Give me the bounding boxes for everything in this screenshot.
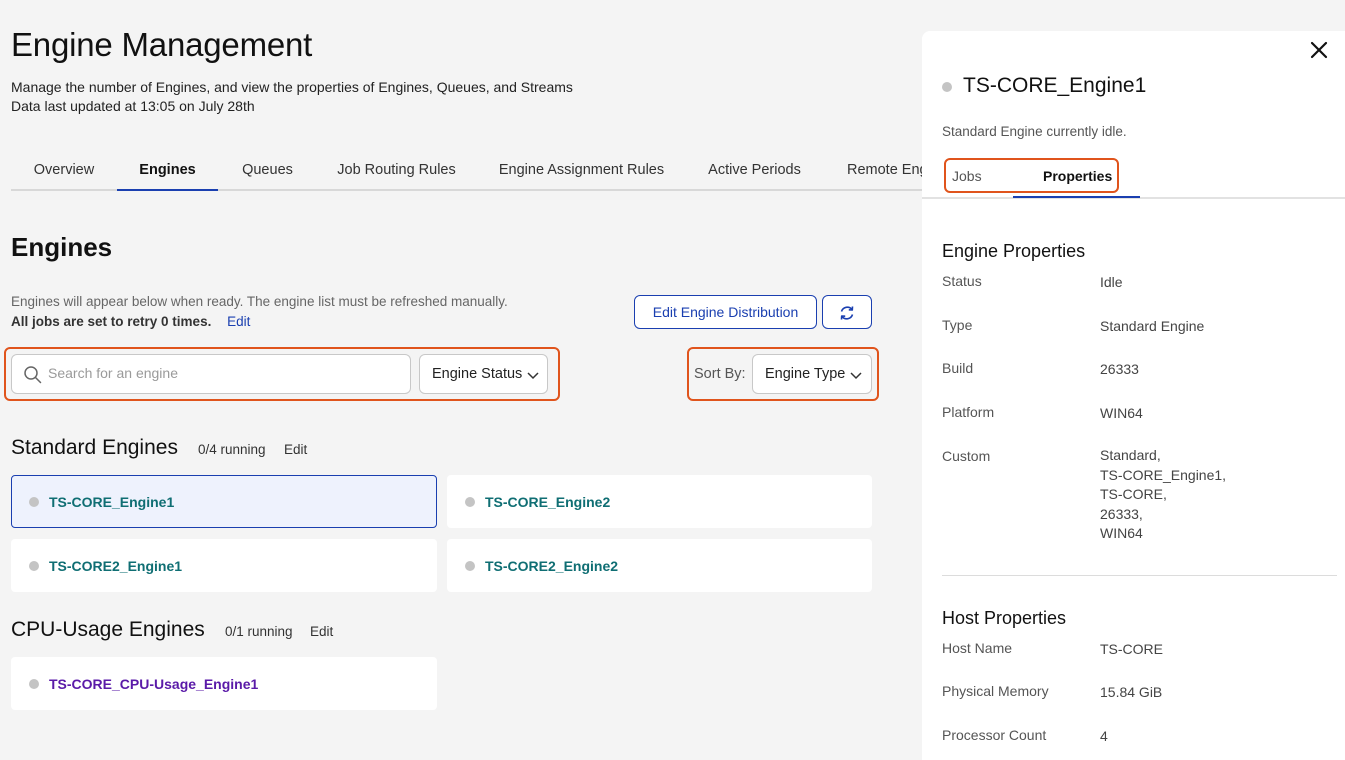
property-value: Idle	[1100, 274, 1123, 290]
main-content: Engine Management Manage the number of E…	[0, 0, 922, 760]
page-title: Engine Management	[11, 26, 313, 63]
cpu-engines-title: CPU-Usage Engines	[11, 618, 205, 641]
property-value: 4	[1100, 728, 1108, 744]
property-value: 26333	[1100, 361, 1139, 377]
chevron-down-icon	[527, 372, 539, 380]
custom-value-line: TS-CORE_Engine1,	[1100, 466, 1227, 483]
property-value: TS-CORE	[1100, 641, 1163, 657]
sort-value: Engine Type	[765, 366, 846, 382]
engine-name: TS-CORE_Engine2	[485, 494, 611, 510]
tab-queues[interactable]: Queues	[218, 152, 317, 191]
chevron-down-icon	[850, 372, 862, 380]
engine-card[interactable]: TS-CORE2_Engine1	[11, 539, 437, 592]
engine-name: TS-CORE_Engine1	[49, 494, 175, 510]
tab-overview[interactable]: Overview	[11, 152, 117, 191]
edit-retry-link[interactable]: Edit	[227, 314, 250, 329]
sort-dropdown[interactable]: Engine Type	[752, 354, 872, 394]
property-label: Status	[942, 273, 982, 289]
standard-engines-edit-link[interactable]: Edit	[284, 442, 307, 457]
subtitle-description: Manage the number of Engines, and view t…	[11, 79, 573, 95]
refresh-icon	[840, 306, 854, 320]
status-dot	[942, 82, 952, 92]
tab-remote-engines[interactable]: Remote Engines	[822, 152, 922, 191]
status-dot	[465, 497, 475, 507]
retry-text: All jobs are set to retry 0 times.	[11, 314, 212, 329]
status-dot	[29, 497, 39, 507]
custom-value-line: TS-CORE,	[1100, 486, 1167, 502]
cpu-engines-running: 0/1 running	[225, 624, 293, 639]
property-label: Processor Count	[942, 727, 1047, 743]
panel-tabs-highlight	[944, 158, 1119, 193]
engine-card[interactable]: TS-CORE2_Engine2	[447, 539, 872, 592]
standard-engines-running: 0/4 running	[198, 442, 266, 457]
property-label: Physical Memory	[942, 683, 1049, 699]
search-icon	[24, 366, 42, 384]
search-input[interactable]	[48, 365, 398, 381]
property-label: Custom	[942, 448, 991, 464]
engine-detail-panel: TS-CORE_Engine1 Standard Engine currentl…	[922, 31, 1345, 760]
custom-value-line: WIN64	[1100, 525, 1143, 541]
engine-card[interactable]: TS-CORE_Engine2	[447, 475, 872, 528]
engines-hint: Engines will appear below when ready. Th…	[11, 292, 508, 332]
host-properties-title: Host Properties	[942, 608, 1067, 628]
tab-job-routing-rules[interactable]: Job Routing Rules	[317, 152, 476, 191]
property-value: Standard Engine	[1100, 318, 1205, 334]
search-box[interactable]	[11, 354, 411, 394]
property-label: Host Name	[942, 640, 1013, 656]
engine-card[interactable]: TS-CORE_Engine1	[11, 475, 437, 528]
engine-name: TS-CORE2_Engine2	[485, 558, 619, 574]
sort-by-label: Sort By:	[694, 366, 746, 382]
section-divider	[942, 575, 1337, 576]
tab-active-periods[interactable]: Active Periods	[687, 152, 822, 191]
engine-name: TS-CORE2_Engine1	[49, 558, 183, 574]
panel-title: TS-CORE_Engine1	[963, 74, 1147, 97]
engines-section-title: Engines	[11, 232, 113, 262]
custom-value-line: Standard,	[1100, 447, 1161, 463]
page-subtitle: Manage the number of Engines, and view t…	[11, 78, 573, 116]
custom-value-line: 26333,	[1100, 505, 1143, 522]
standard-engines-title: Standard Engines	[11, 436, 178, 459]
engine-name: TS-CORE_CPU-Usage_Engine1	[49, 676, 259, 692]
status-dot	[29, 679, 39, 689]
property-value: 15.84 GiB	[1100, 684, 1163, 700]
status-dot	[465, 561, 475, 571]
panel-status-text: Standard Engine currently idle.	[942, 124, 1127, 139]
tab-engines[interactable]: Engines	[117, 152, 218, 191]
edit-engine-distribution-button[interactable]: Edit Engine Distribution	[634, 295, 817, 329]
property-label: Build	[942, 360, 974, 376]
last-updated-text: Data last updated at 13:05 on July 28th	[11, 98, 255, 114]
property-value-custom: Standard, TS-CORE_Engine1, TS-CORE, 2633…	[1100, 446, 1226, 544]
status-dot	[29, 561, 39, 571]
main-tabs: Overview Engines Queues Job Routing Rule…	[11, 152, 922, 191]
tab-engine-assignment-rules[interactable]: Engine Assignment Rules	[476, 152, 687, 191]
refresh-button[interactable]	[822, 295, 872, 329]
property-value: WIN64	[1100, 405, 1143, 421]
close-icon[interactable]	[1309, 40, 1329, 60]
cpu-engines-edit-link[interactable]: Edit	[310, 624, 333, 639]
engine-status-dropdown[interactable]: Engine Status	[419, 354, 548, 394]
active-tab-indicator	[1013, 196, 1140, 198]
property-label: Platform	[942, 404, 995, 420]
engine-properties-title: Engine Properties	[942, 241, 1086, 261]
property-label: Type	[942, 317, 973, 333]
engine-card[interactable]: TS-CORE_CPU-Usage_Engine1	[11, 657, 437, 710]
refresh-hint-text: Engines will appear below when ready. Th…	[11, 294, 508, 309]
engine-status-label: Engine Status	[432, 366, 523, 382]
